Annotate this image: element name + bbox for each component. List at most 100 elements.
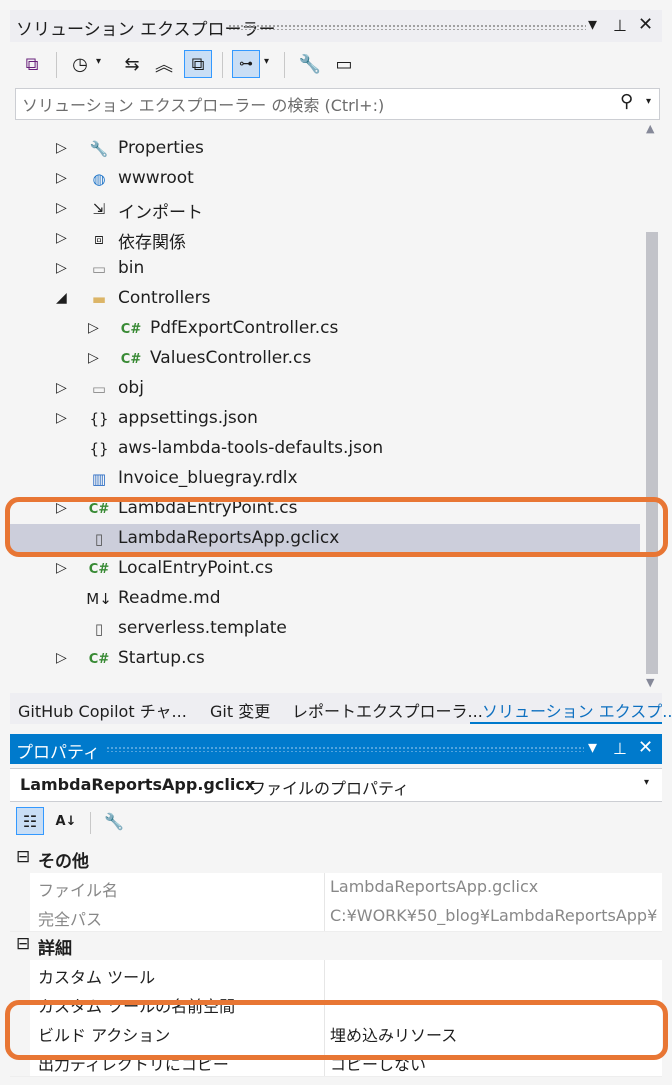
collapsed-arrow-icon[interactable]: ▷ xyxy=(56,560,67,576)
show-all-files-icon[interactable]: ⧉ xyxy=(184,50,212,78)
property-row[interactable]: 完全パス C:¥WORK¥50_blog¥LambdaReportsApp¥ xyxy=(10,902,662,932)
tree-item[interactable]: ▥ Invoice_bluegray.rdlx xyxy=(10,464,640,494)
search-input[interactable] xyxy=(16,89,614,121)
folder-open-icon: ▬ xyxy=(91,290,107,308)
file-icon: ▯ xyxy=(94,620,104,638)
chevron-down-icon[interactable]: ▾ xyxy=(646,96,651,107)
properties-titlebar[interactable]: プロパティ ▾ ⊥ ✕ xyxy=(10,734,662,764)
scrollbar-thumb[interactable] xyxy=(646,232,658,674)
pin-icon[interactable]: ⊥ xyxy=(613,739,627,758)
collapsed-arrow-icon[interactable]: ▷ xyxy=(56,230,67,246)
collapse-toggle-icon[interactable]: ⊟ xyxy=(16,934,30,954)
chevron-down-icon[interactable]: ▾ xyxy=(644,777,649,788)
tab-github-copilot[interactable]: GitHub Copilot チャ... xyxy=(18,698,187,722)
tree-item-label: ValuesController.cs xyxy=(150,348,312,368)
tab-solution-explorer[interactable]: ソリューション エクスプ... xyxy=(482,698,672,722)
tree-item[interactable]: ▷ ⇲ インポート xyxy=(10,194,640,224)
collapsed-arrow-icon[interactable]: ▷ xyxy=(56,260,67,276)
close-icon[interactable]: ✕ xyxy=(638,737,653,758)
tree-item[interactable]: ▷ C# LocalEntryPoint.cs xyxy=(10,554,640,584)
categorized-icon[interactable]: ☷ xyxy=(16,807,44,835)
properties-icon[interactable]: 🔧 xyxy=(296,50,324,78)
object-type: ファイルのプロパティ xyxy=(250,779,410,798)
json-icon: {} xyxy=(89,440,109,458)
property-name: ファイル名 xyxy=(38,881,119,900)
filter-icon[interactable]: ⊶ xyxy=(232,50,260,78)
tree-item-label: 依存関係 xyxy=(118,233,186,253)
panel-title: プロパティ xyxy=(16,743,100,763)
collapsed-arrow-icon[interactable]: ▷ xyxy=(56,380,67,396)
alphabetical-icon[interactable]: A↓ xyxy=(52,807,80,835)
collapsed-arrow-icon[interactable]: ▷ xyxy=(88,320,99,336)
search-icon[interactable]: ⚲ xyxy=(620,91,633,112)
dropdown-icon[interactable]: ▾ xyxy=(588,14,597,35)
property-value: LambdaReportsApp.gclicx xyxy=(330,877,539,896)
close-icon[interactable]: ✕ xyxy=(638,14,653,35)
tree-item[interactable]: ▷ ◍ wwwroot xyxy=(10,164,640,194)
tree-item[interactable]: ▷ C# ValuesController.cs xyxy=(10,344,640,374)
tree-item-label: Invoice_bluegray.rdlx xyxy=(118,468,298,488)
collapsed-arrow-icon[interactable]: ▷ xyxy=(56,200,67,216)
collapse-toggle-icon[interactable]: ⊟ xyxy=(16,847,30,867)
dropdown-icon[interactable]: ▾ xyxy=(588,737,597,758)
column-divider[interactable] xyxy=(324,873,325,902)
collapsed-arrow-icon[interactable]: ▷ xyxy=(88,350,99,366)
search-box[interactable]: ⚲ ▾ xyxy=(15,88,660,121)
chevron-down-icon[interactable]: ▾ xyxy=(96,56,101,67)
collapsed-arrow-icon[interactable]: ▷ xyxy=(56,140,67,156)
tree-item[interactable]: ▷ C# Startup.cs xyxy=(10,644,640,674)
expanded-arrow-icon[interactable]: ◢ xyxy=(56,290,67,306)
category-name: その他 xyxy=(38,852,89,872)
property-row[interactable]: カスタム ツール xyxy=(10,960,662,990)
sync-icon[interactable]: ⇆ xyxy=(118,50,146,78)
property-name: カスタム ツール xyxy=(38,968,156,987)
preview-icon[interactable]: ▭ xyxy=(330,50,358,78)
import-icon: ⇲ xyxy=(92,200,106,218)
collapsed-arrow-icon[interactable]: ▷ xyxy=(56,170,67,186)
object-selector[interactable]: LambdaReportsApp.gclicx ファイルのプロパティ ▾ xyxy=(10,768,662,802)
tree-item-label: aws-lambda-tools-defaults.json xyxy=(118,438,384,458)
tab-git-changes[interactable]: Git 変更 xyxy=(210,698,270,722)
tree-item[interactable]: ▷ ▭ bin xyxy=(10,254,640,284)
tree-item[interactable]: ◢ ▬ Controllers xyxy=(10,284,640,314)
csharp-icon: C# xyxy=(120,321,142,337)
property-category[interactable]: ⊟ その他 xyxy=(10,844,662,873)
tree-item-label: Readme.md xyxy=(118,588,221,608)
property-pages-icon[interactable]: 🔧 xyxy=(100,807,128,835)
folder-dotted-icon: ▭ xyxy=(91,260,107,278)
tree-item-label: LocalEntryPoint.cs xyxy=(118,558,274,578)
folder-dotted-icon: ▭ xyxy=(91,380,107,398)
property-category[interactable]: ⊟ 詳細 xyxy=(10,931,662,960)
globe-icon: ◍ xyxy=(92,170,106,188)
chevron-down-icon[interactable]: ▾ xyxy=(264,56,269,67)
tree-item-label: インポート xyxy=(118,203,203,223)
tree-item[interactable]: ▷ 🔧 Properties xyxy=(10,134,640,164)
solution-explorer-titlebar[interactable]: ソリューション エクスプローラー ▾ ⊥ ✕ xyxy=(10,10,662,42)
collapse-all-icon[interactable]: ︽ xyxy=(150,50,178,78)
tree-item[interactable]: {} aws-lambda-tools-defaults.json xyxy=(10,434,640,464)
tree-item[interactable]: ▷ {} appsettings.json xyxy=(10,404,640,434)
vs-switch-views-icon[interactable]: ⧉ xyxy=(18,50,46,78)
separator xyxy=(90,812,91,834)
scroll-down-icon[interactable]: ▼ xyxy=(646,676,654,689)
tree-item[interactable]: ▷ ▭ obj xyxy=(10,374,640,404)
report-icon: ▥ xyxy=(91,470,107,488)
column-divider[interactable] xyxy=(324,960,325,989)
tree-item[interactable]: ▯ serverless.template xyxy=(10,614,640,644)
property-row[interactable]: ファイル名 LambdaReportsApp.gclicx xyxy=(10,873,662,903)
separator xyxy=(284,52,285,78)
scroll-up-icon[interactable]: ▲ xyxy=(646,122,654,135)
object-name: LambdaReportsApp.gclicx xyxy=(20,775,256,794)
collapsed-arrow-icon[interactable]: ▷ xyxy=(56,410,67,426)
drag-grip[interactable] xyxy=(106,746,584,752)
history-icon[interactable]: ◷ xyxy=(66,50,94,78)
tree-item[interactable]: ▷ C# PdfExportController.cs xyxy=(10,314,640,344)
tree-item[interactable]: ▷ ⧈ 依存関係 xyxy=(10,224,640,254)
tab-report-explorer[interactable]: レポートエクスプローラ... xyxy=(292,698,483,722)
tree-item[interactable]: M↓ Readme.md xyxy=(10,584,640,614)
drag-grip[interactable] xyxy=(228,24,586,30)
pin-icon[interactable]: ⊥ xyxy=(613,16,627,35)
properties-toolbar: ☷ A↓ 🔧 xyxy=(10,804,662,838)
collapsed-arrow-icon[interactable]: ▷ xyxy=(56,650,67,666)
column-divider[interactable] xyxy=(324,902,325,931)
